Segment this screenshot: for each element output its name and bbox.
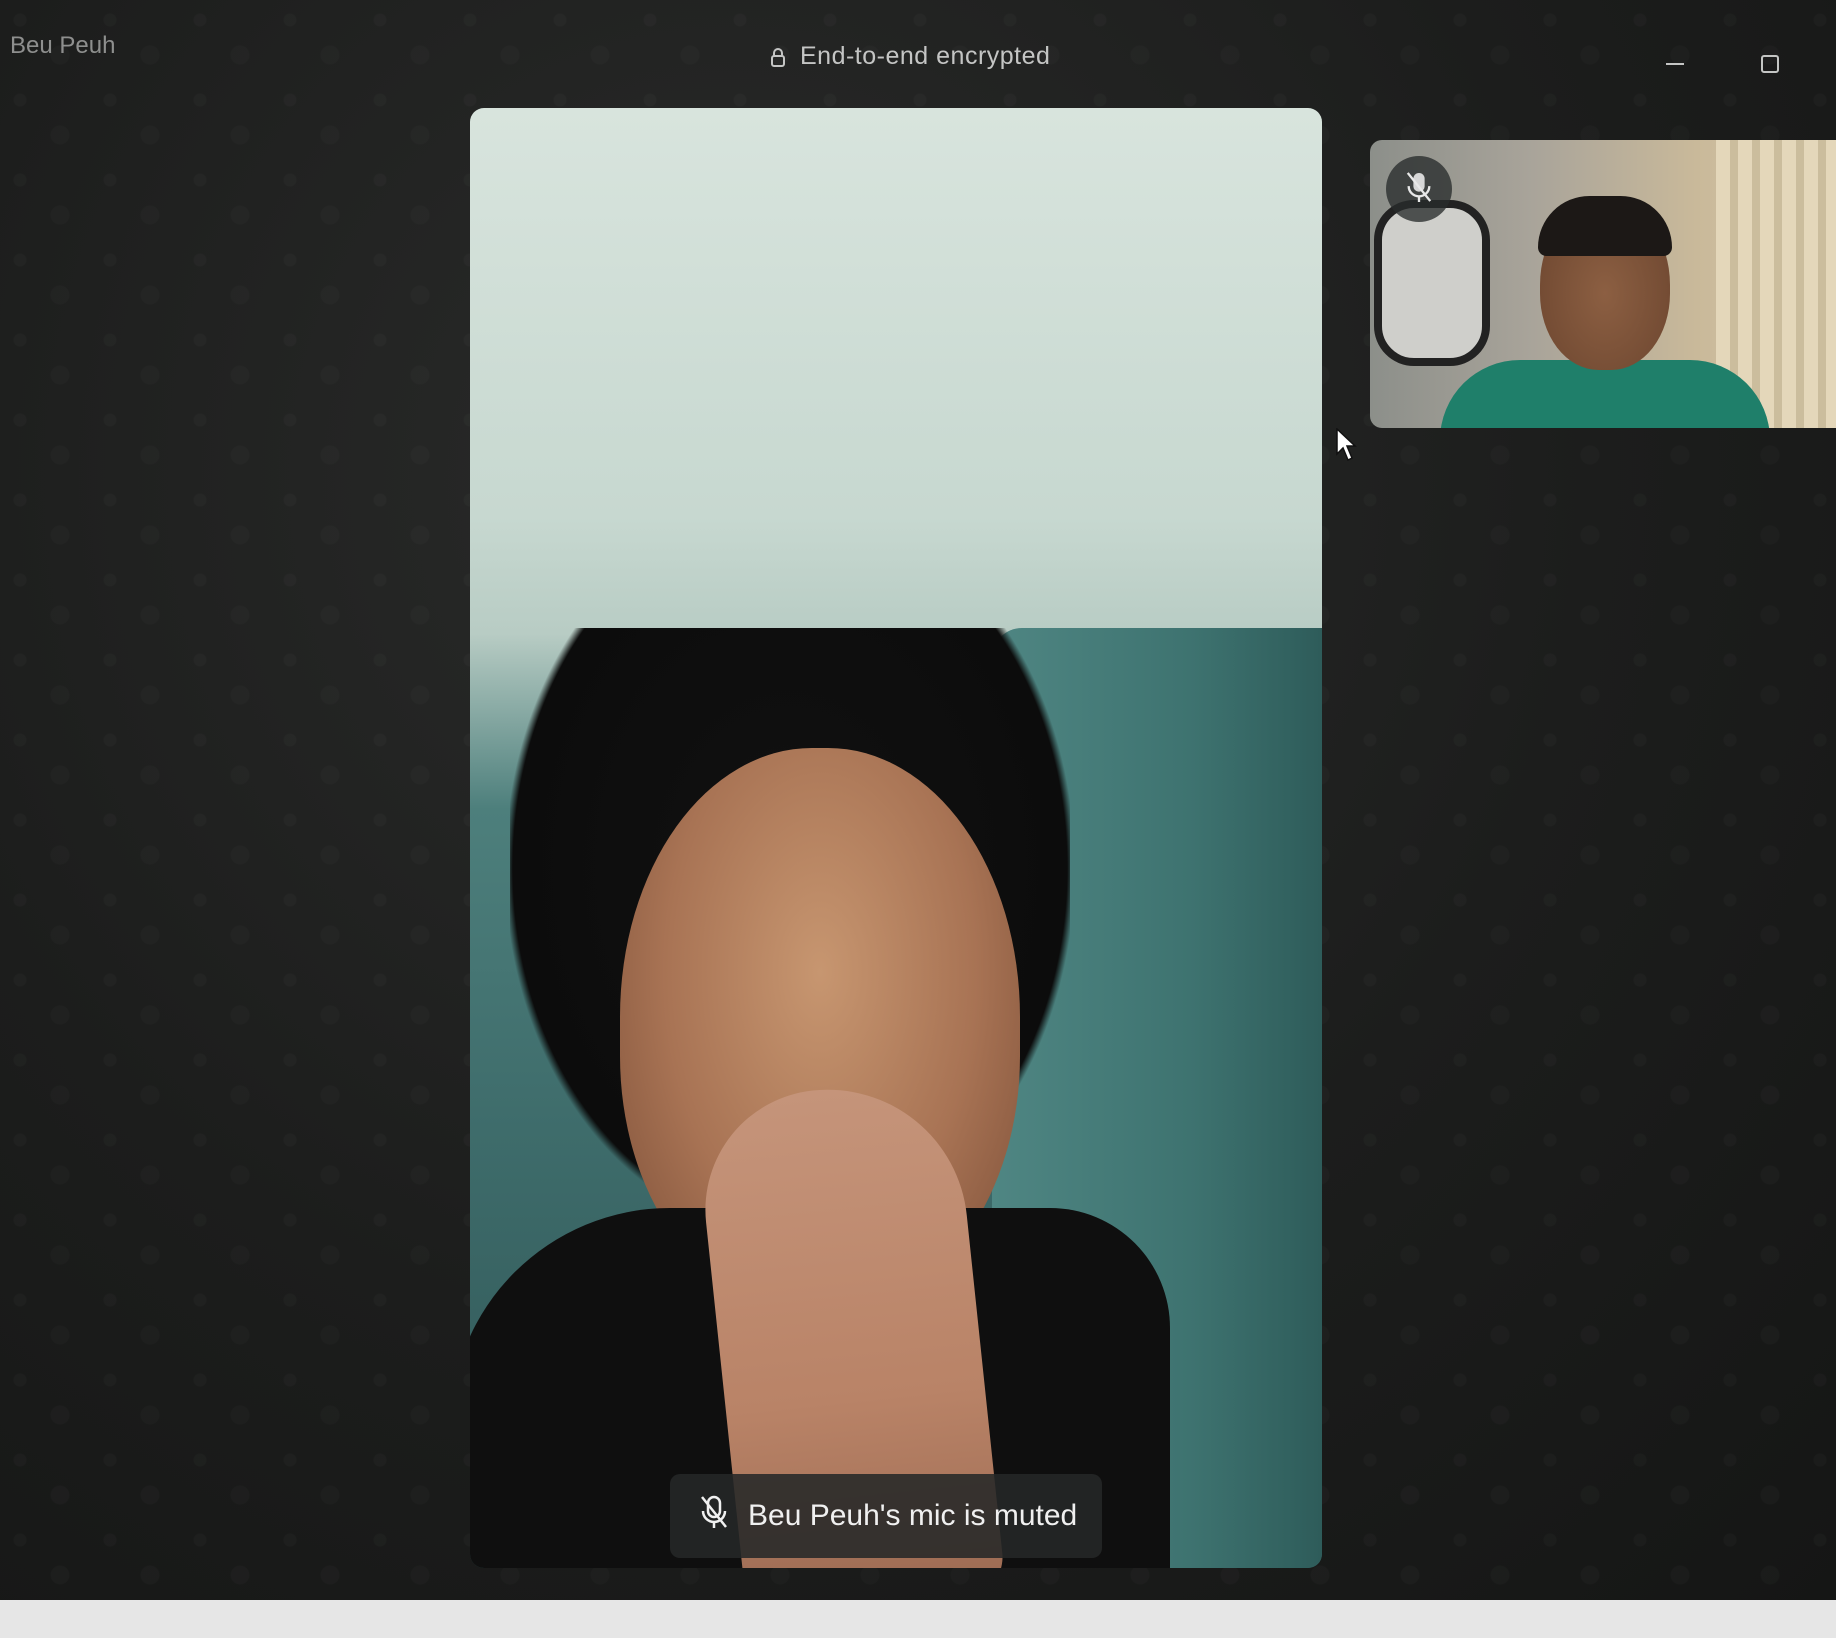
maximize-button[interactable] bbox=[1750, 46, 1790, 86]
self-mic-muted-indicator[interactable] bbox=[1386, 156, 1452, 222]
self-video-preview[interactable] bbox=[1370, 140, 1836, 428]
mic-muted-icon bbox=[698, 1494, 730, 1538]
self-video-hair bbox=[1538, 196, 1672, 256]
lock-icon bbox=[770, 47, 786, 67]
mic-muted-icon bbox=[1404, 170, 1434, 208]
self-video-shirt bbox=[1440, 360, 1770, 428]
self-video-content bbox=[1374, 200, 1490, 366]
window-title: Beu Peuh bbox=[10, 32, 116, 59]
mouse-pointer-icon bbox=[1336, 427, 1358, 466]
screen-bottom-edge bbox=[0, 1600, 1836, 1638]
title-bar: Beu Peuh End-to-end encrypted bbox=[0, 0, 1836, 100]
encryption-indicator: End-to-end encrypted bbox=[770, 42, 1050, 71]
encryption-label: End-to-end encrypted bbox=[800, 42, 1051, 70]
mic-muted-notice: Beu Peuh's mic is muted bbox=[670, 1474, 1102, 1558]
mic-muted-text: Beu Peuh's mic is muted bbox=[748, 1499, 1078, 1532]
video-call-window: Beu Peuh End-to-end encrypted Beu Peuh's… bbox=[0, 0, 1836, 1600]
minimize-button[interactable] bbox=[1655, 46, 1695, 86]
remote-video-feed[interactable]: Beu Peuh's mic is muted bbox=[470, 108, 1322, 1568]
minimize-icon bbox=[1664, 53, 1686, 79]
maximize-icon bbox=[1759, 53, 1781, 79]
